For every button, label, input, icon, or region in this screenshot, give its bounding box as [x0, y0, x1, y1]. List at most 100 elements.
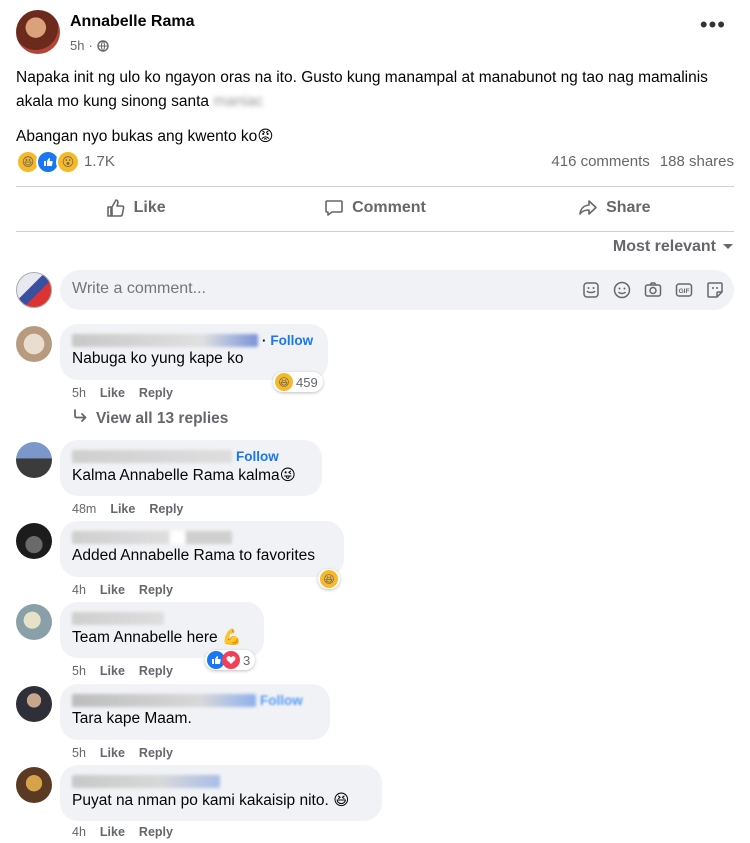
commenter-name[interactable]: [72, 529, 332, 545]
sort-label: Most relevant: [612, 238, 716, 255]
comment-text: Tara kape Maam.: [72, 710, 192, 727]
comment-text: Nabuga ko yung kape ko: [72, 350, 244, 367]
sort-dropdown[interactable]: Most relevant: [613, 238, 734, 256]
comment-composer: GIF: [16, 270, 734, 312]
post-header: Annabelle Rama 5h · •••: [16, 10, 734, 60]
reaction-icons[interactable]: 😆 😮: [16, 150, 80, 174]
share-button[interactable]: Share: [495, 188, 734, 228]
blurred-name: [72, 774, 220, 788]
view-replies-label: View all 13 replies: [96, 409, 229, 427]
comment-button[interactable]: Comment: [255, 188, 494, 228]
comment-text: Puyat na nman po kami kakaisip nito. 😆: [72, 791, 370, 810]
laughing-emoji: 😆: [333, 791, 350, 809]
comment-reply-button[interactable]: Reply: [139, 664, 173, 678]
commenter-avatar[interactable]: [16, 686, 52, 722]
comment-icon: [324, 198, 344, 218]
blurred-word: maniac: [213, 93, 264, 110]
commenter-name[interactable]: [72, 773, 370, 789]
comment-reaction-count: 459: [296, 374, 318, 390]
comment-time[interactable]: 48m: [72, 502, 96, 516]
comment-reaction-count: 3: [243, 652, 251, 668]
caret-down-icon: [722, 238, 734, 256]
share-icon: [578, 198, 598, 218]
comment-like-button[interactable]: Like: [100, 386, 125, 400]
author-avatar[interactable]: [16, 10, 60, 54]
post-meta: 5h ·: [70, 38, 109, 53]
post-time[interactable]: 5h: [70, 38, 84, 53]
blurred-name: [72, 693, 256, 707]
globe-icon: [97, 39, 109, 52]
comment-input-box[interactable]: GIF: [60, 270, 734, 310]
haha-reaction-icon: 😆: [275, 373, 293, 391]
avatar-sticker-icon[interactable]: [703, 278, 726, 301]
post-text-main: Napaka init ng ulo ko ngayon oras na ito…: [16, 69, 708, 110]
commenter-avatar[interactable]: [16, 326, 52, 362]
comment-time[interactable]: 5h: [72, 664, 86, 678]
shares-count[interactable]: 188 shares: [660, 153, 734, 170]
gif-icon[interactable]: GIF: [672, 278, 695, 301]
comment-time[interactable]: 5h: [72, 386, 86, 400]
comment-reply-button[interactable]: Reply: [139, 583, 173, 597]
comment-like-button[interactable]: Like: [100, 825, 125, 839]
blurred-name: [72, 530, 232, 544]
comment-time[interactable]: 5h: [72, 746, 86, 760]
follow-button[interactable]: Follow: [270, 333, 313, 348]
comment-reactions[interactable]: 😆 459: [273, 372, 323, 392]
comment-actions: 4h Like Reply: [72, 583, 173, 597]
meta-separator: ·: [88, 38, 93, 53]
commenter-name[interactable]: · Follow: [72, 332, 316, 348]
reactions-bar: 😆 😮 1.7K 416 comments 188 shares: [16, 150, 734, 174]
haha-reaction-icon: 😆: [320, 570, 338, 588]
comment-reactions[interactable]: 😆: [318, 569, 340, 589]
comment-like-button[interactable]: Like: [110, 502, 135, 516]
comments-count[interactable]: 416 comments: [551, 153, 649, 170]
post-paragraph-1: Napaka init ng ulo ko ngayon oras na ito…: [16, 66, 734, 114]
commenter-name[interactable]: Follow: [72, 692, 318, 708]
angry-emoji: 😡: [257, 127, 274, 145]
commenter-name[interactable]: [72, 610, 252, 626]
post-paragraph-2: Abangan nyo bukas ang kwento ko😡: [16, 124, 734, 149]
divider: [16, 186, 734, 187]
comment-reply-button[interactable]: Reply: [139, 746, 173, 760]
comment-time[interactable]: 4h: [72, 825, 86, 839]
commenter-avatar[interactable]: [16, 767, 52, 803]
post-text: Napaka init ng ulo ko ngayon oras na ito…: [16, 66, 734, 159]
follow-button[interactable]: Follow: [236, 449, 279, 464]
comment-time[interactable]: 4h: [72, 583, 86, 597]
comment-reply-button[interactable]: Reply: [139, 825, 173, 839]
post-text-line2: Abangan nyo bukas ang kwento ko: [16, 128, 258, 145]
comment-text: Team Annabelle here 💪: [72, 628, 252, 647]
comment-like-button[interactable]: Like: [100, 583, 125, 597]
user-avatar[interactable]: [16, 272, 52, 308]
commenter-avatar[interactable]: [16, 604, 52, 640]
reaction-count[interactable]: 1.7K: [84, 153, 115, 170]
reply-arrow-icon: [72, 409, 88, 428]
comment-like-button[interactable]: Like: [100, 664, 125, 678]
wow-reaction-icon: 😮: [56, 150, 80, 174]
comment-label: Comment: [352, 199, 426, 216]
comment-reply-button[interactable]: Reply: [149, 502, 183, 516]
comment-like-button[interactable]: Like: [100, 746, 125, 760]
sticker-icon[interactable]: [579, 278, 602, 301]
view-replies-button[interactable]: View all 13 replies: [72, 409, 228, 428]
author-name[interactable]: Annabelle Rama: [70, 13, 194, 31]
svg-text:GIF: GIF: [678, 288, 689, 295]
emoji-icon[interactable]: [610, 278, 633, 301]
comment-bubble: Puyat na nman po kami kakaisip nito. 😆: [60, 765, 382, 821]
like-icon: [106, 198, 126, 218]
camera-icon[interactable]: [641, 278, 664, 301]
commenter-avatar[interactable]: [16, 442, 52, 478]
commenter-name[interactable]: Follow: [72, 448, 310, 464]
comment-input[interactable]: [72, 280, 552, 298]
comment-text: Kalma Annabelle Rama kalma😜: [72, 466, 310, 485]
divider: [16, 231, 734, 232]
commenter-avatar[interactable]: [16, 523, 52, 559]
comment-reply-button[interactable]: Reply: [139, 386, 173, 400]
like-button[interactable]: Like: [16, 188, 255, 228]
tongue-emoji: 😜: [279, 466, 296, 484]
composer-tools: GIF: [579, 278, 726, 301]
comment-reactions[interactable]: 3: [205, 650, 256, 670]
comment-actions: 5h Like Reply: [72, 386, 173, 400]
follow-button[interactable]: Follow: [260, 693, 303, 708]
more-icon[interactable]: •••: [700, 14, 726, 36]
